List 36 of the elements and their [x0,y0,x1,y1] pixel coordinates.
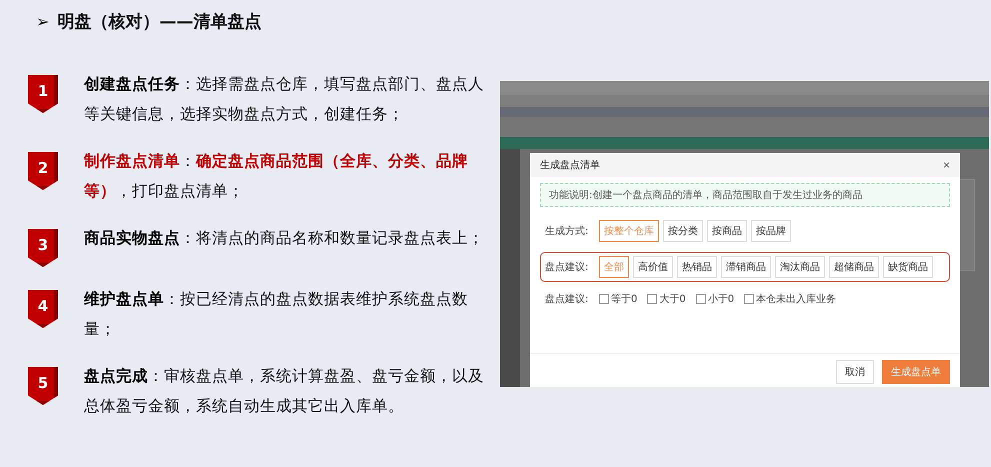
step-description: 维护盘点单：按已经清点的盘点数据表维护系统盘点数量； [84,289,469,340]
option-button[interactable]: 按分类 [663,220,703,242]
step-number-badge: 3 [28,229,58,267]
checkbox[interactable] [744,294,754,304]
step-description: 盘点完成：审核盘点单，系统计算盘盈、盘亏金额，以及总体盈亏金额，系统自动生成其它出入库单。 [84,366,484,417]
checkbox-label: 等于0 [611,293,638,306]
option-button[interactable]: 超储商品 [829,256,879,278]
option-button[interactable]: 淘汰商品 [775,256,825,278]
checkbox-label: 本仓未出入库业务 [756,292,836,306]
option-button[interactable]: 高价值 [633,256,673,278]
step-number-badge: 5 [28,367,58,405]
option-button[interactable]: 按商品 [707,220,747,242]
field-label: 生成方式: [545,224,590,238]
slide-title: 明盘（核对）——清单盘点 [57,11,262,33]
arrow-bullet: ➢ [36,12,50,31]
option-button[interactable]: 按品牌 [751,220,791,242]
close-button[interactable]: × [942,158,950,172]
dialog-title: 生成盘点清单 [540,158,600,172]
field-label: 盘点建议: [545,260,590,274]
step-number-badge: 1 [28,75,58,113]
step-description: 创建盘点任务：选择需盘点仓库，填写盘点部门、盘点人等关键信息，选择实物盘点方式，创建任务； [84,74,484,125]
cancel-button[interactable]: 取消 [836,360,874,384]
step-description: 制作盘点清单：确定盘点商品范围（全库、分类、品牌等），打印盘点清单； [84,151,469,202]
step-number-badge: 2 [28,152,58,190]
option-button[interactable]: 缺货商品 [883,256,933,278]
checkbox-label: 大于0 [659,292,686,306]
checkbox-label: 小于0 [708,292,734,306]
step-description: 商品实物盘点：将清点的商品名称和数量记录盘点表上； [84,228,484,249]
option-button[interactable]: 热销品 [677,256,717,278]
step-number-badge: 4 [28,290,58,328]
checkbox[interactable] [647,294,658,304]
checkbox[interactable] [599,294,609,304]
checkbox[interactable] [696,294,706,304]
field-label: 盘点建议: [545,292,590,306]
info-notice: 功能说明:创建一个盘点商品的清单，商品范围取自于发生过业务的商品 [540,183,950,207]
option-button[interactable]: 滞销商品 [721,256,771,278]
